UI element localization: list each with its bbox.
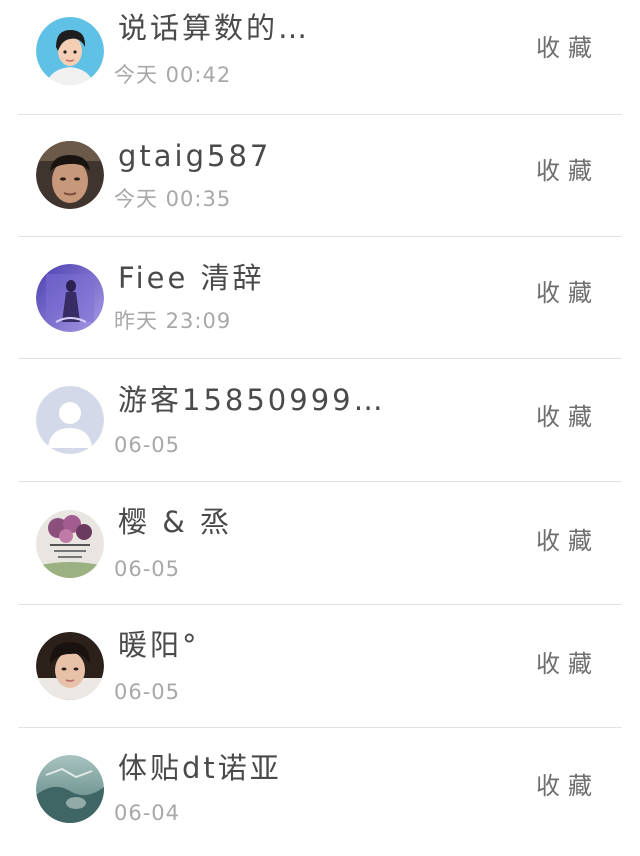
contact-list: 说话算数的… 今天 00:42 收藏 gtaig587 今天 00:35 收藏 [0, 0, 640, 849]
favorite-button[interactable]: 收藏 [536, 771, 600, 801]
contact-name: 樱 & 烝 [118, 505, 233, 539]
woman-portrait-avatar[interactable] [36, 17, 104, 85]
contact-name: 体贴dt诺亚 [118, 751, 282, 785]
favorite-button[interactable]: 收藏 [536, 278, 600, 308]
flower-avatar[interactable] [36, 510, 104, 578]
divider [18, 727, 622, 728]
purple-figure-avatar[interactable] [36, 264, 104, 332]
favorite-button[interactable]: 收藏 [536, 33, 600, 63]
contact-name: 说话算数的… [118, 11, 311, 45]
contact-name: 暖阳° [118, 628, 200, 662]
list-item[interactable]: 樱 & 烝 06-05 收藏 [0, 488, 640, 610]
contact-name: 游客15850999… [118, 383, 386, 417]
list-item[interactable]: 游客15850999… 06-05 收藏 [0, 366, 640, 488]
list-item[interactable]: Fiee 清辞 昨天 23:09 收藏 [0, 244, 640, 366]
contact-time: 06-05 [114, 680, 181, 704]
contact-time: 06-05 [114, 433, 181, 457]
divider [18, 481, 622, 482]
man-photo-avatar[interactable] [36, 141, 104, 209]
contact-name: gtaig587 [118, 139, 272, 173]
divider [18, 604, 622, 605]
contact-time: 今天 00:35 [114, 187, 232, 211]
divider [18, 358, 622, 359]
favorite-button[interactable]: 收藏 [536, 402, 600, 432]
contact-name: Fiee 清辞 [118, 261, 265, 295]
boy-photo-avatar[interactable] [36, 632, 104, 700]
contact-time: 今天 00:42 [114, 63, 232, 87]
contact-time: 昨天 23:09 [114, 309, 232, 333]
favorite-button[interactable]: 收藏 [536, 649, 600, 679]
list-item[interactable]: 体贴dt诺亚 06-04 收藏 [0, 734, 640, 856]
landscape-avatar[interactable] [36, 755, 104, 823]
contact-time: 06-05 [114, 557, 181, 581]
divider [18, 236, 622, 237]
divider [18, 114, 622, 115]
default-user-avatar[interactable] [36, 386, 104, 454]
favorite-button[interactable]: 收藏 [536, 526, 600, 556]
contact-time: 06-04 [114, 801, 181, 825]
list-item[interactable]: 说话算数的… 今天 00:42 收藏 [0, 0, 640, 122]
list-item[interactable]: 暖阳° 06-05 收藏 [0, 611, 640, 733]
list-item[interactable]: gtaig587 今天 00:35 收藏 [0, 122, 640, 244]
favorite-button[interactable]: 收藏 [536, 156, 600, 186]
